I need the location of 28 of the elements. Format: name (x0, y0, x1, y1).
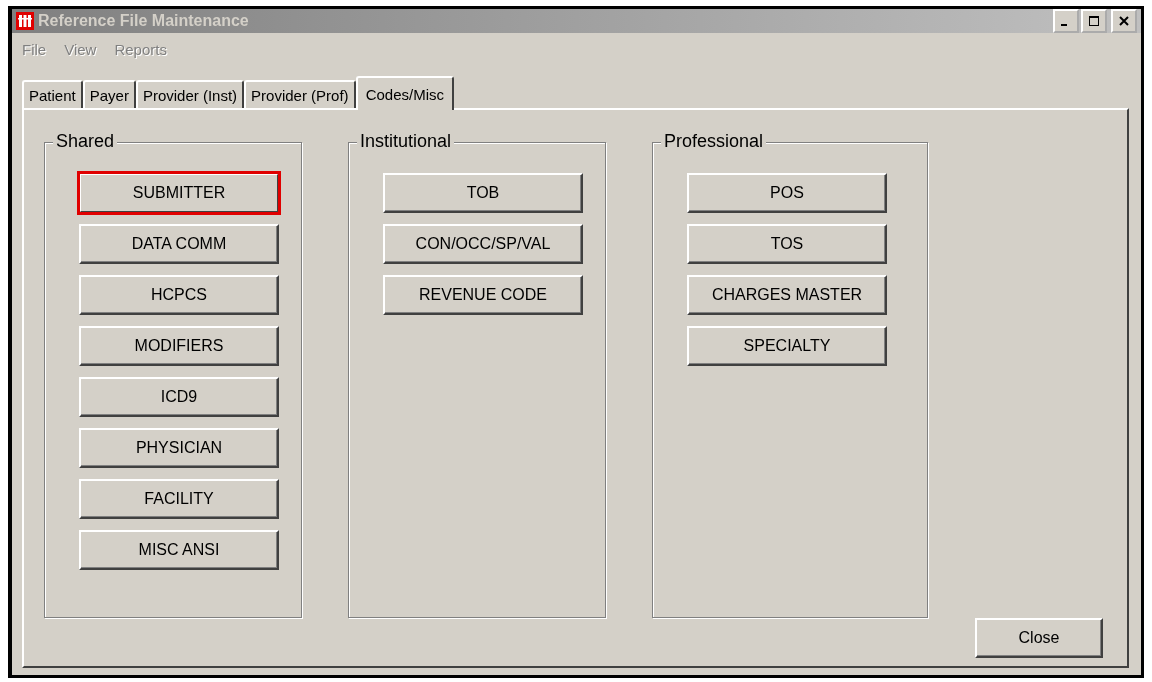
tab[interactable]: Provider (Prof) (244, 80, 356, 108)
window-title: Reference File Maintenance (38, 12, 249, 30)
code-button[interactable]: CHARGES MASTER (687, 275, 887, 315)
code-button[interactable]: HCPCS (79, 275, 279, 315)
code-button[interactable]: TOB (383, 173, 583, 213)
code-button[interactable]: MODIFIERS (79, 326, 279, 366)
maximize-icon (1089, 16, 1099, 26)
code-button[interactable]: REVENUE CODE (383, 275, 583, 315)
code-button[interactable]: ICD9 (79, 377, 279, 417)
code-button[interactable]: MISC ANSI (79, 530, 279, 570)
window-close-button[interactable] (1111, 9, 1137, 33)
tab[interactable]: Patient (22, 80, 83, 108)
code-button[interactable]: TOS (687, 224, 887, 264)
tab[interactable]: Payer (82, 80, 136, 108)
code-button[interactable]: DATA COMM (79, 224, 279, 264)
code-button[interactable]: SPECIALTY (687, 326, 887, 366)
code-button[interactable]: PHYSICIAN (79, 428, 279, 468)
maximize-button[interactable] (1081, 9, 1107, 33)
code-button[interactable]: FACILITY (79, 479, 279, 519)
close-button[interactable]: Close (975, 618, 1103, 658)
code-button[interactable]: POS (687, 173, 887, 213)
tab[interactable]: Provider (Inst) (135, 80, 245, 108)
code-button[interactable]: CON/OCC/SP/VAL (383, 224, 583, 264)
close-icon (1119, 16, 1129, 26)
code-button[interactable]: SUBMITTER (79, 173, 279, 213)
app-icon (16, 12, 34, 30)
tab[interactable]: Codes/Misc (355, 76, 454, 110)
minimize-icon (1061, 24, 1067, 26)
